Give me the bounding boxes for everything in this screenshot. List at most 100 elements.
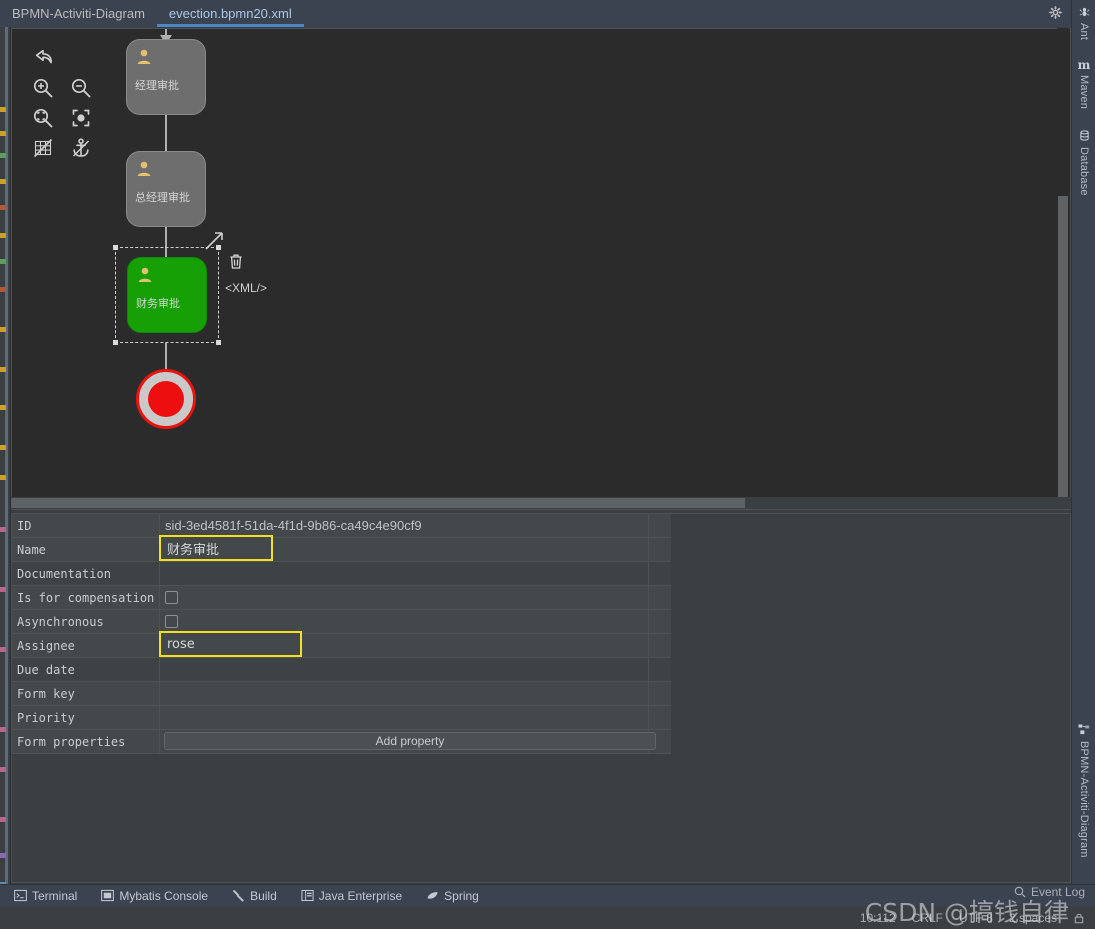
delete-icon[interactable] bbox=[228, 253, 244, 275]
toggle-anchor-icon[interactable] bbox=[64, 133, 98, 163]
indent-setting[interactable]: 2 spaces bbox=[1009, 911, 1057, 925]
toggle-grid-icon[interactable] bbox=[26, 133, 60, 163]
assignee-input[interactable]: rose bbox=[159, 631, 302, 657]
tool-button-bpmn-activiti-diagram[interactable]: BPMN-Activiti-Diagram bbox=[1072, 724, 1095, 858]
event-log-button[interactable]: Event Log bbox=[1014, 885, 1085, 899]
end-event-node[interactable] bbox=[136, 369, 196, 429]
task-node-general-manager-approval[interactable]: 总经理审批 bbox=[126, 151, 206, 227]
line-separator[interactable]: CRLF bbox=[912, 911, 943, 925]
property-value[interactable] bbox=[160, 706, 649, 729]
property-extra-cell bbox=[649, 682, 671, 705]
marker bbox=[0, 107, 6, 112]
resize-handle[interactable] bbox=[113, 340, 118, 345]
tool-button-label: BPMN-Activiti-Diagram bbox=[1078, 741, 1090, 858]
maven-icon: m bbox=[1077, 58, 1091, 72]
property-value[interactable] bbox=[160, 586, 649, 609]
marker bbox=[0, 233, 6, 238]
name-input[interactable]: 财务审批 bbox=[159, 535, 273, 561]
resize-handle[interactable] bbox=[113, 245, 118, 250]
tool-button-build[interactable]: Build bbox=[232, 889, 277, 903]
user-task-icon bbox=[135, 48, 153, 71]
property-label: Form properties bbox=[12, 730, 160, 753]
database-icon bbox=[1079, 130, 1090, 144]
table-row[interactable]: Priority bbox=[12, 706, 671, 730]
scrollbar-thumb[interactable] bbox=[1058, 196, 1068, 500]
property-label: Asynchronous bbox=[12, 610, 160, 633]
zoom-out-icon[interactable] bbox=[64, 73, 98, 103]
properties-table: ID sid-3ed4581f-51da-4f1d-9b86-ca49c4e90… bbox=[12, 514, 671, 754]
tab-evection-bpmn20-xml[interactable]: evection.bpmn20.xml bbox=[156, 0, 304, 27]
property-label: Priority bbox=[12, 706, 160, 729]
table-row[interactable]: Is for compensation bbox=[12, 586, 671, 610]
java-enterprise-icon bbox=[301, 889, 314, 902]
property-value[interactable] bbox=[160, 562, 649, 585]
marker bbox=[0, 287, 6, 292]
marker bbox=[0, 367, 6, 372]
tab-label: evection.bpmn20.xml bbox=[168, 6, 292, 21]
task-node-finance-approval[interactable]: 财务审批 bbox=[127, 257, 207, 333]
is-for-compensation-checkbox[interactable] bbox=[165, 591, 178, 604]
caret-position[interactable]: 10:112 bbox=[860, 911, 896, 925]
property-extra-cell bbox=[649, 634, 671, 657]
tool-button-label: Ant bbox=[1078, 23, 1090, 41]
table-row[interactable]: Assignee rose bbox=[12, 631, 671, 658]
task-node-manager-approval[interactable]: 经理审批 bbox=[126, 39, 206, 115]
right-tool-window-strip: Ant m Maven Database BPMN-Activiti-Diagr… bbox=[1071, 0, 1095, 884]
table-row[interactable]: Documentation bbox=[12, 562, 671, 586]
xml-badge[interactable]: <XML/> bbox=[225, 281, 267, 295]
marker bbox=[0, 205, 6, 210]
property-value[interactable] bbox=[160, 610, 649, 633]
tab-bpmn-activiti-diagram[interactable]: BPMN-Activiti-Diagram bbox=[0, 0, 157, 27]
zoom-in-icon[interactable] bbox=[26, 73, 60, 103]
tool-button-ant[interactable]: Ant bbox=[1072, 6, 1095, 40]
property-extra-cell bbox=[649, 514, 671, 537]
scrollbar-thumb[interactable] bbox=[11, 498, 745, 508]
tool-button-spring[interactable]: Spring bbox=[426, 889, 479, 903]
tool-button-label: Database bbox=[1078, 147, 1090, 196]
tool-button-label: Spring bbox=[444, 888, 479, 903]
marker bbox=[0, 817, 6, 822]
property-value[interactable]: 财务审批 bbox=[159, 535, 649, 561]
settings-gear-icon[interactable] bbox=[1049, 6, 1062, 21]
marker bbox=[0, 727, 6, 732]
build-hammer-icon bbox=[232, 889, 245, 902]
table-row[interactable]: Asynchronous bbox=[12, 610, 671, 634]
canvas-vertical-scrollbar[interactable] bbox=[1057, 28, 1069, 500]
property-label: Form key bbox=[12, 682, 160, 705]
zoom-actual-icon[interactable] bbox=[26, 103, 60, 133]
bpmn-diagram-canvas[interactable]: 经理审批 总经理审批 财务审批 <XML/> bbox=[11, 28, 1071, 510]
tool-button-maven[interactable]: m Maven bbox=[1072, 58, 1095, 109]
property-value[interactable] bbox=[160, 682, 649, 705]
tool-button-mybatis-console[interactable]: Mybatis Console bbox=[101, 889, 208, 903]
task-node-label: 总经理审批 bbox=[135, 191, 190, 204]
tool-button-terminal[interactable]: Terminal bbox=[14, 889, 77, 903]
table-row[interactable]: ID sid-3ed4581f-51da-4f1d-9b86-ca49c4e90… bbox=[12, 514, 671, 538]
bpmn-diagram-icon bbox=[1078, 724, 1090, 738]
canvas-horizontal-scrollbar[interactable] bbox=[11, 497, 1071, 509]
spring-leaf-icon bbox=[426, 889, 439, 902]
undo-icon[interactable] bbox=[26, 43, 60, 73]
table-row[interactable]: Form key bbox=[12, 682, 671, 706]
property-value[interactable]: sid-3ed4581f-51da-4f1d-9b86-ca49c4e90cf9 bbox=[160, 514, 649, 537]
add-property-button[interactable]: Add property bbox=[164, 732, 656, 750]
property-value[interactable]: rose bbox=[159, 631, 649, 657]
task-node-label: 经理审批 bbox=[135, 79, 179, 92]
property-extra-cell bbox=[649, 586, 671, 609]
table-row[interactable]: Form properties Add property bbox=[12, 730, 671, 754]
terminal-icon bbox=[14, 889, 27, 902]
marker bbox=[0, 853, 6, 858]
property-value[interactable] bbox=[160, 658, 649, 681]
table-row[interactable]: Name 财务审批 bbox=[12, 535, 671, 562]
lock-icon[interactable] bbox=[1073, 912, 1085, 924]
tool-button-java-enterprise[interactable]: Java Enterprise bbox=[301, 889, 402, 903]
property-value[interactable]: Add property bbox=[160, 730, 656, 753]
resize-handle[interactable] bbox=[216, 340, 221, 345]
zoom-fit-icon[interactable] bbox=[64, 103, 98, 133]
table-row[interactable]: Due date bbox=[12, 658, 671, 682]
tool-button-database[interactable]: Database bbox=[1072, 130, 1095, 196]
property-extra-cell bbox=[649, 658, 671, 681]
task-node-label: 财务审批 bbox=[136, 297, 180, 310]
user-task-icon bbox=[136, 266, 154, 289]
asynchronous-checkbox[interactable] bbox=[165, 615, 178, 628]
file-encoding[interactable]: UTF-8 bbox=[959, 911, 993, 925]
